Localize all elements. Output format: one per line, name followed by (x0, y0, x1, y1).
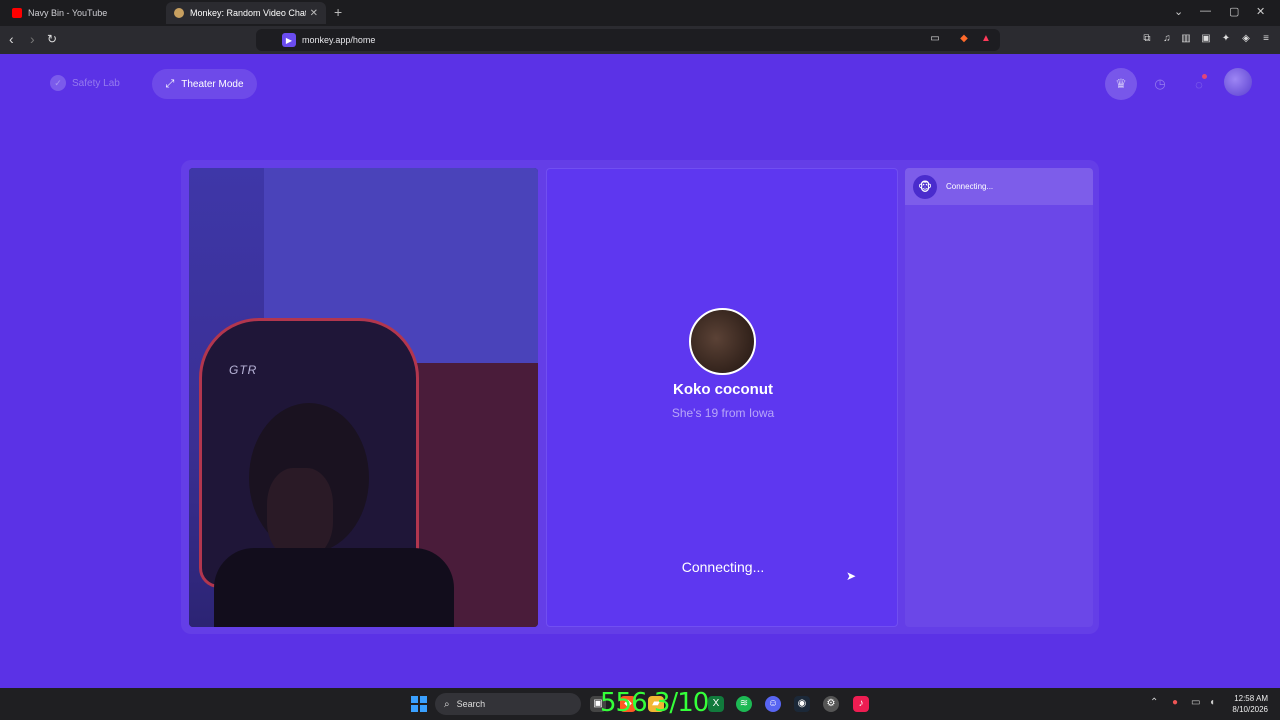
clock-date: 8/10/2026 (1232, 705, 1268, 714)
safety-lab-link[interactable]: ✓ Safety Lab (50, 75, 120, 91)
search-icon: ⌕ (444, 698, 450, 710)
messages-button[interactable]: ◌ (1183, 68, 1215, 100)
browser-tab-bar: Navy Bin - YouTube Monkey: Random Video … (0, 0, 1280, 26)
wallet-icon[interactable]: ▣ (1200, 33, 1212, 45)
clock-time: 12:58 AM (1234, 694, 1268, 703)
chat-side-panel: 🐵︎ Connecting... (905, 168, 1093, 627)
tab-title: Monkey: Random Video Chat (190, 8, 306, 18)
excel-icon[interactable]: X (708, 696, 724, 712)
mouse-cursor-icon: ➤ (846, 569, 857, 583)
notification-dot (1202, 74, 1207, 79)
chair-logo-text: GTR (229, 363, 258, 377)
leo-ai-icon[interactable]: ✦ (1220, 33, 1232, 45)
close-window-button[interactable]: ✕ (1256, 5, 1265, 18)
theater-mode-button[interactable]: ⤢ Theater Mode (152, 69, 257, 99)
settings-gear-icon[interactable]: ⚙ (823, 696, 839, 712)
back-button[interactable]: ‹ (9, 31, 14, 47)
microphone-icon[interactable]: ● (1172, 697, 1178, 708)
maximize-button[interactable]: ▢ (1229, 5, 1239, 18)
tab-monkey[interactable]: Monkey: Random Video Chat ✕ (166, 2, 326, 24)
profile-avatar[interactable] (1224, 68, 1252, 96)
vpn-icon[interactable]: ◈ (1240, 33, 1252, 45)
monkey-icon: 🐵︎ (913, 174, 937, 199)
address-bar[interactable]: ▶ monkey.app/home (256, 29, 1000, 51)
new-tab-button[interactable]: + (334, 4, 342, 20)
search-label: Search (456, 699, 486, 709)
extensions-icon[interactable]: ⧉ (1141, 33, 1153, 45)
stream-counter-overlay: 556 3/10 (600, 688, 709, 718)
list-item: 🐵︎ Connecting... (905, 168, 1093, 205)
clock-icon: ◷ (1154, 76, 1166, 91)
spotify-icon[interactable]: ≋ (736, 696, 752, 712)
url-text: monkey.app/home (302, 35, 376, 45)
shield-icon: ✓ (50, 75, 66, 91)
tiktok-icon[interactable]: ♪ (853, 696, 869, 712)
match-avatar (689, 308, 756, 375)
match-subtitle: She's 19 from Iowa (671, 406, 775, 420)
match-name: Koko coconut (673, 381, 773, 398)
taskbar-search[interactable]: ⌕ Search (435, 693, 581, 715)
volume-icon[interactable]: ◖ (1209, 697, 1215, 708)
forward-button[interactable]: › (30, 31, 35, 47)
list-item-label: Connecting... (946, 182, 994, 191)
steam-icon[interactable]: ◉ (794, 696, 810, 712)
menu-icon[interactable]: ≡ (1260, 33, 1272, 45)
match-panel: Koko coconut She's 19 from Iowa Connecti… (546, 168, 898, 627)
crown-button[interactable]: ♛ (1105, 68, 1137, 100)
display-icon[interactable]: ▭ (1191, 697, 1200, 708)
cast-icon[interactable]: ▭ (929, 33, 941, 45)
safety-lab-label: Safety Lab (72, 77, 120, 89)
history-button[interactable]: ◷ (1144, 68, 1176, 100)
system-clock[interactable]: 12:58 AM 8/10/2026 (1226, 693, 1268, 715)
brave-shield-icon[interactable]: ◆ (958, 33, 970, 45)
youtube-icon (12, 8, 22, 18)
chat-icon: ◌ (1195, 76, 1203, 92)
site-icon: ▶ (282, 33, 296, 47)
tab-title: Navy Bin - YouTube (28, 8, 108, 18)
expand-icon: ⤢ (165, 77, 175, 90)
discord-icon[interactable]: ☺ (765, 696, 781, 712)
monkey-icon (174, 8, 184, 18)
close-icon[interactable]: ✕ (310, 8, 318, 19)
music-icon[interactable]: ♫ (1161, 33, 1173, 45)
chevron-down-icon[interactable]: ⌄ (1174, 5, 1183, 18)
theater-mode-label: Theater Mode (181, 78, 244, 90)
minimize-button[interactable]: — (1200, 5, 1211, 17)
sidebar-icon[interactable]: ▥ (1180, 33, 1192, 45)
chevron-up-icon[interactable]: ⌃ (1150, 697, 1158, 708)
self-camera-feed: GTR (189, 168, 538, 627)
windows-start-icon[interactable] (411, 696, 427, 712)
browser-nav-bar: ‹ › ↻ 🔖︎ ▶ monkey.app/home ▭ ◆ ▲ ⧉ ♫ ▥ ▣… (0, 26, 1280, 54)
rewards-icon[interactable]: ▲ (980, 33, 992, 45)
reload-button[interactable]: ↻ (47, 32, 57, 46)
tab-youtube[interactable]: Navy Bin - YouTube (4, 2, 164, 24)
crown-icon: ♛ (1115, 76, 1127, 91)
